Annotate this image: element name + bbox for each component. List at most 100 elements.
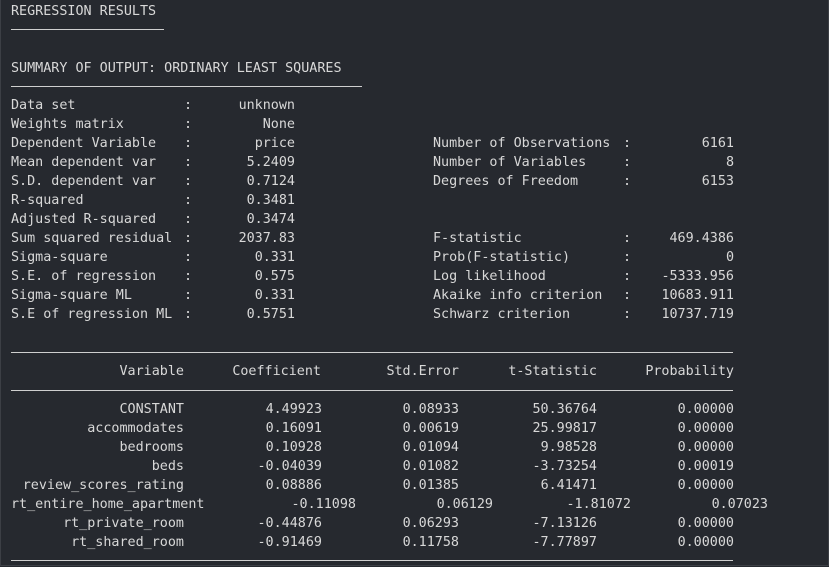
stat-label: Number of Observations	[433, 136, 611, 151]
t-statistic-value: -1.81072	[566, 497, 632, 512]
coefficient-value: 0.16091	[265, 421, 322, 436]
stat-value: 0	[725, 250, 734, 265]
probability-value: 0.00019	[677, 459, 734, 474]
stat-separator: :	[184, 269, 193, 284]
stat-label: F-statistic	[433, 231, 522, 246]
summary-subtitle: SUMMARY OF OUTPUT: ORDINARY LEAST SQUARE…	[11, 61, 342, 76]
stat-value: 0.331	[254, 250, 295, 265]
variable-name: review_scores_rating	[22, 478, 184, 493]
stat-separator: :	[184, 98, 193, 113]
std-error-value: 0.08933	[402, 402, 459, 417]
t-statistic-value: 50.36764	[532, 402, 598, 417]
stat-value: 8	[725, 155, 734, 170]
stat-separator: :	[623, 307, 632, 322]
probability-value: 0.00000	[677, 421, 734, 436]
stat-label: Sigma-square	[11, 250, 108, 265]
stat-label: S.E of regression ML	[11, 307, 173, 322]
stat-separator: :	[184, 212, 193, 227]
stat-value: unknown	[238, 98, 295, 113]
t-statistic-value: 6.41471	[540, 478, 597, 493]
coefficient-value: 4.49923	[265, 402, 322, 417]
stat-label: Log likelihood	[433, 269, 546, 284]
coefficient-value: -0.91469	[257, 535, 323, 550]
stat-label: Weights matrix	[11, 117, 124, 132]
variable-name: beds	[151, 459, 184, 474]
coefficient-value: 0.08886	[265, 478, 322, 493]
probability-value: 0.07023	[711, 497, 768, 512]
stat-label: Dependent Variable	[11, 136, 157, 151]
t-statistic-value: -7.13126	[532, 516, 598, 531]
table-header-rule	[11, 390, 733, 391]
stat-value: 0.5751	[246, 307, 295, 322]
stat-separator: :	[184, 174, 193, 189]
stat-label: Degrees of Freedom	[433, 174, 579, 189]
stat-separator: :	[184, 307, 193, 322]
stat-label: Akaike info criterion	[433, 288, 603, 303]
stat-label: S.D. dependent var	[11, 174, 157, 189]
table-header: Coefficient	[232, 364, 321, 379]
std-error-value: 0.06129	[436, 497, 493, 512]
std-error-value: 0.01385	[402, 478, 459, 493]
stat-separator: :	[623, 250, 632, 265]
stat-separator: :	[184, 155, 193, 170]
probability-value: 0.00000	[677, 478, 734, 493]
table-header: Variable	[119, 364, 185, 379]
stat-value: 0.575	[254, 269, 295, 284]
stat-value: 6161	[701, 136, 734, 151]
stat-separator: :	[623, 288, 632, 303]
stat-label: S.E. of regression	[11, 269, 157, 284]
std-error-value: 0.00619	[402, 421, 459, 436]
stat-value: 0.3481	[246, 193, 295, 208]
probability-value: 0.00000	[677, 535, 734, 550]
std-error-value: 0.01082	[402, 459, 459, 474]
variable-name: rt_private_room	[63, 516, 184, 531]
std-error-value: 0.01094	[402, 440, 459, 455]
table-header: Std.Error	[386, 364, 459, 379]
subtitle-underline	[11, 86, 362, 87]
coefficient-value: -0.44876	[257, 516, 323, 531]
stat-value: None	[262, 117, 295, 132]
variable-name: accommodates	[87, 421, 184, 436]
stat-separator: :	[184, 193, 193, 208]
std-error-value: 0.06293	[402, 516, 459, 531]
stat-value: 5.2409	[246, 155, 295, 170]
table-header: t-Statistic	[508, 364, 597, 379]
probability-value: 0.00000	[677, 516, 734, 531]
stat-separator: :	[184, 231, 193, 246]
variable-name: bedrooms	[119, 440, 185, 455]
probability-value: 0.00000	[677, 440, 734, 455]
stat-value: 6153	[701, 174, 734, 189]
stat-separator: :	[184, 288, 193, 303]
variable-name: CONSTANT	[119, 402, 185, 417]
stat-label: Mean dependent var	[11, 155, 157, 170]
stat-value: -5333.956	[661, 269, 734, 284]
table-bottom-rule	[11, 560, 733, 561]
stat-value: 0.3474	[246, 212, 295, 227]
stat-value: price	[254, 136, 295, 151]
t-statistic-value: 25.99817	[532, 421, 598, 436]
stat-value: 10737.719	[661, 307, 734, 322]
table-top-rule	[11, 352, 733, 353]
stat-separator: :	[184, 117, 193, 132]
stat-value: 2037.83	[238, 231, 295, 246]
stat-value: 0.331	[254, 288, 295, 303]
stat-separator: :	[184, 250, 193, 265]
stat-separator: :	[623, 269, 632, 284]
stat-separator: :	[184, 136, 193, 151]
variable-name: rt_entire_home_apartment	[11, 497, 205, 512]
std-error-value: 0.11758	[402, 535, 459, 550]
stat-separator: :	[623, 174, 632, 189]
stat-value: 10683.911	[661, 288, 734, 303]
stat-separator: :	[623, 155, 632, 170]
stat-label: Schwarz criterion	[433, 307, 571, 322]
t-statistic-value: 9.98528	[540, 440, 597, 455]
coefficient-value: -0.11098	[291, 497, 357, 512]
stat-value: 0.7124	[246, 174, 295, 189]
results-title: REGRESSION RESULTS	[11, 4, 157, 19]
stat-label: Number of Variables	[433, 155, 587, 170]
stat-label: Sum squared residual	[11, 231, 173, 246]
coefficient-value: -0.04039	[257, 459, 323, 474]
variable-name: rt_shared_room	[71, 535, 184, 550]
stat-label: Data set	[11, 98, 76, 113]
stat-value: 469.4386	[669, 231, 735, 246]
